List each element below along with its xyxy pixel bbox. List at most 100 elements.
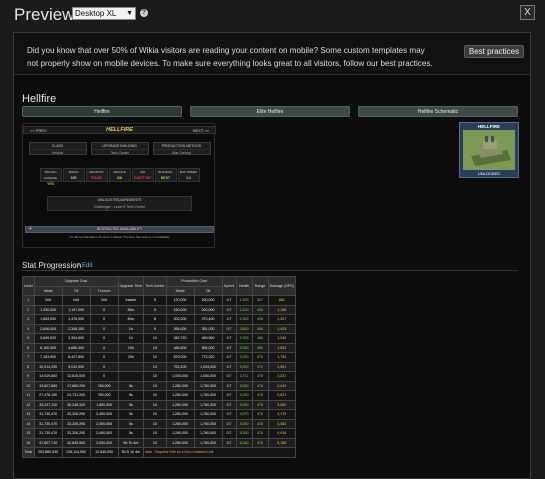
table-cell: 1,004,000 [193,361,223,372]
table-cell: 2,621 [267,390,296,401]
unlock-header: UNLOCK REQUIREMENTS [97,198,142,202]
table-cell: 1,260,000 [165,437,195,448]
table-cell: 10,014,200 [33,361,63,372]
best-practices-button[interactable]: Best practices [464,45,524,58]
table-cell: 33,326,290 [61,428,91,439]
table-cell: 2,900 [235,342,253,353]
tab-elite-hellfire[interactable]: Elite Hellfire [190,106,350,117]
table-cell: 5 [143,304,167,315]
col-level: Level [22,276,35,296]
table-row: 2 1,330,000 1,197,000 0 30m 5 150,000 200,000 0.… [22,304,296,315]
table-cell: 472 [251,361,269,372]
table-cell: 42,845,900 [61,437,91,448]
table-cell: 0.7 [221,428,237,439]
table-cell: 446 [251,323,269,334]
table-row: 7 7,163,900 6,427,800 0 20h 10 579,000 772,320 0… [22,352,296,363]
table-cell: 753,100 [165,361,195,372]
unit-card-status: UNLOCKED [477,171,501,176]
table-cell: 476 [251,418,269,429]
table-cell: 19,627,600 [33,380,63,391]
prev-link[interactable]: << PREV [30,127,47,134]
stat-vehicle: VEHICLE OK [108,168,131,182]
production-method-header: PRODUCTION METHOD [153,143,210,150]
preview-title: Preview [14,5,75,24]
help-icon[interactable]: ? [140,9,148,17]
table-cell: 10 [143,437,167,448]
preview-header: Preview Desktop XL ▼ ? X [0,0,545,28]
table-cell: 594,000 [193,342,223,353]
total-cell: 12,840,000 [89,447,119,458]
table-cell: 33,227,110 [33,399,63,410]
table-cell: 0.7 [221,323,237,334]
total-label: Total [22,447,35,458]
table-cell: 489 [251,342,269,353]
table-cell: 0 [89,314,119,325]
table-cell: 3,100 [235,352,253,363]
table-cell: 2,400,000 [89,428,119,439]
table-cell: 270,400 [193,314,223,325]
tab-hellfire[interactable]: Hellfire [22,106,182,117]
table-cell: 31,730,470 [33,418,63,429]
table-cell: 10 [143,390,167,401]
table-cell: N/A [33,295,63,306]
table-cell: 1h [117,323,145,334]
production-method-value[interactable]: War Factory [154,150,210,156]
next-link[interactable]: NEXT >> [193,127,209,134]
table-row: 8 10,014,200 9,012,900 0 10 753,100 1,004,000 0… [22,361,296,372]
upgrade-building-cell: UPGRADE BUILDING Tech Center [90,142,149,156]
table-cell: 2,606,000 [33,323,63,334]
table-cell: 2,300 [235,314,253,325]
table-cell: 1,760,000 [193,437,223,448]
stat-label: SPLASH DAMAGE [43,170,57,180]
table-cell: 5 [143,295,167,306]
table-cell: 265,000 [165,323,195,334]
table-cell: 0.7 [221,418,237,429]
stat-value: CAN'T HIT [133,176,152,180]
table-cell: 1,000,000 [193,371,223,382]
table-cell: 2,410 [267,380,296,391]
table-cell: 446,600 [165,342,195,353]
unit-card-name: HELLFIRE [478,124,500,129]
availability-footnote[interactable]: For More Information On How to Obtain Th… [23,235,216,240]
production-method-cell: PRODUCTION METHOD War Factory [152,142,211,156]
col-production-metal: Metal [165,285,195,296]
table-cell: 1,260,000 [165,418,195,429]
table-cell: 2,100 [235,304,253,315]
close-icon[interactable]: X [520,5,535,20]
banner-text: Did you know that over 50% of Wikia visi… [27,46,433,68]
table-cell: 405 [251,304,269,315]
infobox-header: HELLFIRE << PREV NEXT >> [23,126,216,134]
stat-progression-heading: Stat Progression [22,261,82,270]
table-cell: 0.7 [221,399,237,410]
table-cell: 4,916 [267,428,296,439]
table-cell: 0.7 [221,342,237,353]
table-cell: 40m [117,314,145,325]
table-cell: 30,248,320 [61,399,91,410]
table-cell: 0.7 [221,352,237,363]
table-cell: 4 [22,323,35,334]
device-select-value: Desktop XL [75,9,117,18]
upgrade-building-value[interactable]: Tech Center [92,150,148,156]
chevron-down-icon: ▼ [126,10,133,17]
table-cell: 14,019,800 [33,371,63,382]
unlock-requirements: UNLOCK REQUIREMENTS Challenger - Level 5… [47,196,192,211]
table-cell: 33,326,290 [61,409,91,420]
table-cell: 9 [143,323,167,334]
device-select[interactable]: Desktop XL ▼ [72,7,136,20]
table-cell: 47,607,710 [33,437,63,448]
table-cell: 6,427,800 [61,352,91,363]
unit-card[interactable]: HELLFIRE UNLOCKED [459,122,519,178]
col-range: Range [251,276,269,296]
table-total-row: Total 253,860,930 228,114,900 12,840,000 50 … [22,447,296,458]
edit-link[interactable]: ✎Edit [77,262,92,269]
table-cell: 2 [22,304,35,315]
table-cell: 1,260,000 [165,409,195,420]
upgrade-building-header: UPGRADE BUILDING [91,143,148,150]
restricted-availability-toggle[interactable]: + RESTRICTED AVAILABILITY [25,226,214,233]
stat-table-body: 1 N/A N/A N/A Instant 5 120,000 160,000 0.7 1,900… [22,295,296,458]
table-cell: 2,600 [235,323,253,334]
tab-hellfire-schematic[interactable]: Hellfire Schematic [358,106,518,117]
table-cell: 4,570 [235,409,253,420]
table-cell: 1,197,000 [61,304,91,315]
table-cell: 31,730,470 [33,428,63,439]
